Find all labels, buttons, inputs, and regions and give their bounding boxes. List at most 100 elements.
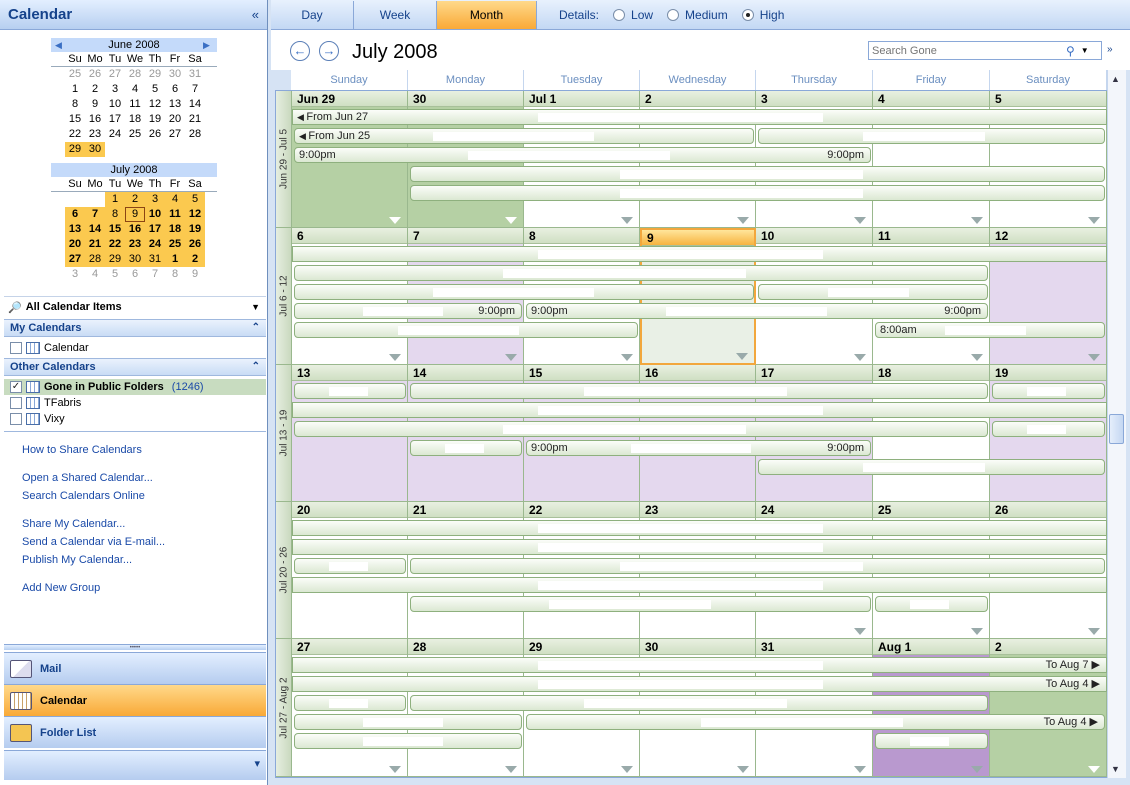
calendar-event[interactable] <box>292 402 1107 418</box>
calendar-event[interactable] <box>294 284 754 300</box>
mini-day-cell[interactable]: 1 <box>105 192 125 207</box>
more-items-icon[interactable] <box>854 217 866 224</box>
all-calendar-items-dropdown[interactable]: 🔎 All Calendar Items ▼ <box>4 296 266 317</box>
more-items-icon[interactable] <box>736 353 748 360</box>
calendar-event[interactable] <box>992 383 1105 399</box>
mini-day-cell[interactable]: 15 <box>105 222 125 237</box>
calendar-checkbox[interactable] <box>10 397 22 409</box>
mini-day-cell[interactable] <box>65 192 85 207</box>
scroll-down-icon[interactable]: ▼ <box>1111 764 1120 774</box>
calendar-event[interactable] <box>410 596 871 612</box>
more-items-icon[interactable] <box>737 766 749 773</box>
link-share-my-calendar[interactable]: Share My Calendar... <box>22 518 125 530</box>
search-input[interactable] <box>872 44 1062 57</box>
mini-day-cell[interactable]: 6 <box>165 82 185 97</box>
link-publish-my-calendar[interactable]: Publish My Calendar... <box>22 554 132 566</box>
mini-day-cell[interactable]: 14 <box>85 222 105 237</box>
mini-day-cell[interactable]: 17 <box>145 222 165 237</box>
search-icon[interactable]: ⚲ <box>1066 44 1075 58</box>
mini-day-cell[interactable] <box>185 142 205 157</box>
calendar-event[interactable]: 9:00pm <box>294 303 522 319</box>
mini-day-cell[interactable] <box>85 192 105 207</box>
link-add-new-group[interactable]: Add New Group <box>22 582 100 594</box>
mini-day-cell[interactable]: 26 <box>145 127 165 142</box>
mini-day-cell[interactable]: 29 <box>65 142 85 157</box>
vertical-scrollbar[interactable]: ▲ ▼ <box>1107 70 1126 778</box>
mini-day-cell[interactable]: 18 <box>165 222 185 237</box>
mini-day-cell[interactable] <box>145 142 165 157</box>
calendar-checkbox[interactable] <box>10 342 22 354</box>
mini-day-cell[interactable]: 12 <box>185 207 205 222</box>
mini-day-cell[interactable] <box>105 142 125 157</box>
mini-day-cell[interactable]: 27 <box>165 127 185 142</box>
mini-day-cell[interactable]: 13 <box>165 97 185 112</box>
more-items-icon[interactable] <box>971 766 983 773</box>
mini-day-cell[interactable]: 2 <box>85 82 105 97</box>
expand-icon[interactable]: » <box>1107 44 1113 55</box>
nav-overflow-bar[interactable]: ▾ <box>4 750 266 780</box>
calendar-event[interactable] <box>875 596 988 612</box>
calendar-event[interactable]: 9:00pm 9:00pm <box>526 440 871 456</box>
mini-day-cell[interactable]: 10 <box>145 207 165 222</box>
mini-day-cell[interactable]: 25 <box>65 67 85 82</box>
week-label[interactable]: Jul 27 - Aug 2 <box>276 639 292 777</box>
mini-day-cell[interactable]: 11 <box>125 97 145 112</box>
more-items-icon[interactable] <box>505 354 517 361</box>
mini-day-cell[interactable]: 21 <box>185 112 205 127</box>
more-items-icon[interactable] <box>389 766 401 773</box>
calendar-event[interactable]: ◀ From Jun 25 <box>294 128 754 144</box>
mini-day-cell[interactable]: 25 <box>125 127 145 142</box>
calendar-event[interactable] <box>294 695 406 711</box>
calendar-event[interactable]: 9:00pm 9:00pm <box>526 303 988 319</box>
calendar-event[interactable] <box>292 539 1107 555</box>
week-label[interactable]: Jul 13 - 19 <box>276 365 292 502</box>
scroll-thumb[interactable] <box>1109 414 1124 444</box>
mini-day-cell[interactable]: 11 <box>165 207 185 222</box>
mini-day-cell[interactable]: 20 <box>65 237 85 252</box>
calendar-event[interactable] <box>410 166 1105 182</box>
mini-day-cell[interactable]: 4 <box>125 82 145 97</box>
more-items-icon[interactable] <box>505 217 517 224</box>
more-items-icon[interactable] <box>1088 354 1100 361</box>
mini-day-cell[interactable]: 24 <box>145 237 165 252</box>
calendar-item-vixy[interactable]: Vixy <box>10 411 266 427</box>
calendar-event[interactable]: To Aug 4 ▶ <box>292 676 1107 692</box>
calendar-event[interactable]: To Aug 4 ▶ <box>526 714 1105 730</box>
mini-day-cell[interactable]: 13 <box>65 222 85 237</box>
mini-day-cell[interactable]: 3 <box>65 267 85 282</box>
chevron-down-icon[interactable]: ▼ <box>1081 46 1089 55</box>
calendar-event[interactable] <box>294 421 988 437</box>
view-week-button[interactable]: Week <box>354 0 437 29</box>
calendar-event[interactable] <box>410 558 1105 574</box>
mini-day-cell[interactable]: 3 <box>145 192 165 207</box>
mini-day-cell[interactable]: 8 <box>105 207 125 222</box>
mini-day-cell[interactable]: 15 <box>65 112 85 127</box>
mini-day-cell[interactable]: 22 <box>105 237 125 252</box>
calendar-checkbox-checked[interactable]: ✓ <box>10 381 22 393</box>
mini-day-cell[interactable]: 30 <box>165 67 185 82</box>
my-calendars-header[interactable]: My Calendars ⌃ <box>4 319 266 337</box>
mini-day-cell[interactable]: 21 <box>85 237 105 252</box>
mini-day-cell[interactable]: 25 <box>165 237 185 252</box>
details-medium-radio[interactable] <box>667 8 680 21</box>
more-items-icon[interactable] <box>389 217 401 224</box>
more-items-icon[interactable] <box>854 354 866 361</box>
week-label[interactable]: Jun 29 - Jul 5 <box>276 91 292 228</box>
mini-day-cell[interactable]: 14 <box>185 97 205 112</box>
calendar-event[interactable]: ◀ From Jun 27 <box>292 109 1107 125</box>
mini-day-cell[interactable]: 18 <box>125 112 145 127</box>
mini-day-cell[interactable]: 20 <box>165 112 185 127</box>
collapse-group-icon[interactable]: ⌃ <box>252 359 260 375</box>
calendar-event[interactable] <box>758 128 1105 144</box>
mini-day-cell[interactable]: 9 <box>185 267 205 282</box>
calendar-event[interactable] <box>758 459 1105 475</box>
week-label[interactable]: Jul 20 - 26 <box>276 502 292 639</box>
mini-day-cell[interactable]: 28 <box>125 67 145 82</box>
link-search-calendars-online[interactable]: Search Calendars Online <box>22 490 145 502</box>
view-month-button[interactable]: Month <box>437 0 537 29</box>
more-items-icon[interactable] <box>971 354 983 361</box>
calendar-event[interactable] <box>294 733 522 749</box>
mini-day-cell[interactable]: 4 <box>85 267 105 282</box>
mini-day-cell[interactable]: 23 <box>85 127 105 142</box>
mini-day-cell[interactable]: 27 <box>65 252 85 267</box>
